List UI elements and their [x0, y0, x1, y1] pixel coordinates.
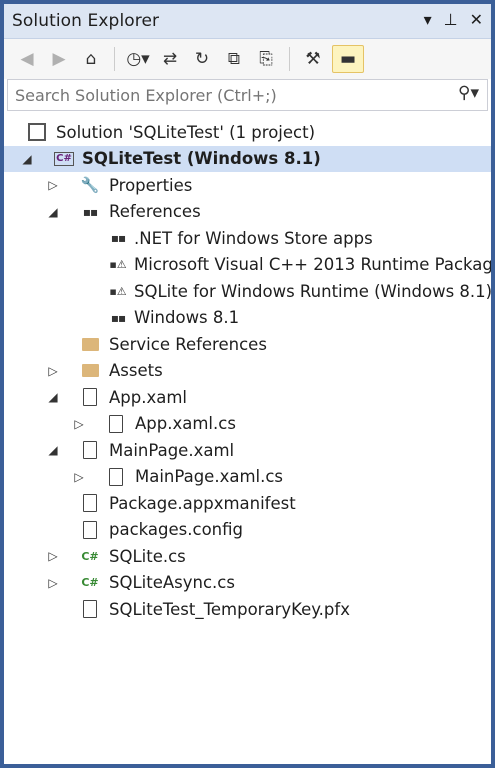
- tree-item-label: MainPage.xaml.cs: [135, 467, 284, 487]
- preview-selected-icon[interactable]: ▬: [332, 45, 364, 73]
- refresh-icon[interactable]: ↻: [189, 46, 215, 72]
- collapse-all-icon[interactable]: ⧉: [221, 46, 247, 72]
- config-file-icon: [80, 520, 100, 540]
- pin-icon[interactable]: ⊥: [444, 10, 458, 29]
- forward-icon[interactable]: ▶: [46, 46, 72, 72]
- tree-item-label: References: [109, 202, 201, 222]
- tree-item-service-references[interactable]: Service References: [4, 331, 491, 358]
- tree-item-label: SQLiteAsync.cs: [109, 573, 235, 593]
- expand-arrow-icon[interactable]: ▷: [46, 549, 60, 563]
- tree-item-app-xaml-cs[interactable]: ▷ App.xaml.cs: [4, 411, 491, 438]
- tree-item-label: Service References: [109, 334, 267, 354]
- collapse-arrow-icon[interactable]: ◢: [20, 152, 34, 166]
- tree-item-label: App.xaml: [109, 387, 188, 407]
- tree-item-manifest[interactable]: Package.appxmanifest: [4, 490, 491, 517]
- home-icon[interactable]: ⌂: [78, 46, 104, 72]
- tree-item-sqliteasync-cs[interactable]: ▷ C# SQLiteAsync.cs: [4, 570, 491, 597]
- tree-item-label: App.xaml.cs: [135, 414, 236, 434]
- tree-item-label: Microsoft Visual C++ 2013 Runtime Packag…: [134, 255, 495, 275]
- tree-item-solution[interactable]: Solution 'SQLiteTest' (1 project): [4, 119, 491, 146]
- expand-arrow-icon[interactable]: ▷: [72, 470, 86, 484]
- wrench-icon: 🔧: [80, 176, 100, 195]
- tree-item-reference[interactable]: ▪⚠ Microsoft Visual C++ 2013 Runtime Pac…: [4, 252, 491, 279]
- expand-arrow-icon[interactable]: ▷: [46, 178, 60, 192]
- xaml-file-icon: [80, 440, 100, 460]
- properties-icon[interactable]: ⚒: [300, 46, 326, 72]
- dropdown-icon[interactable]: ▾: [424, 10, 432, 29]
- close-icon[interactable]: ✕: [470, 10, 483, 29]
- solution-tree: Solution 'SQLiteTest' (1 project) ◢ C# S…: [4, 111, 491, 623]
- tree-item-label: SQLiteTest_TemporaryKey.pfx: [109, 599, 350, 619]
- tree-item-label: SQLite for Windows Runtime (Windows 8.1): [134, 281, 493, 301]
- history-icon[interactable]: ◷▾: [125, 46, 151, 72]
- certificate-icon: [80, 599, 100, 619]
- sync-icon[interactable]: ⇄: [157, 46, 183, 72]
- references-icon: ▪▪: [82, 204, 98, 219]
- solution-explorer-window: Solution Explorer ▾ ⊥ ✕ ◀ ▶ ⌂ ◷▾ ⇄ ↻ ⧉ ⎘…: [0, 0, 495, 768]
- tree-item-sqlite-cs[interactable]: ▷ C# SQLite.cs: [4, 543, 491, 570]
- csharp-file-icon: C#: [81, 549, 99, 563]
- tree-item-references[interactable]: ◢ ▪▪ References: [4, 199, 491, 226]
- separator: [114, 47, 115, 71]
- search-icon[interactable]: ⚲▾: [458, 83, 479, 103]
- folder-icon: [80, 361, 100, 381]
- expand-arrow-icon[interactable]: ▷: [46, 364, 60, 378]
- code-file-icon: [106, 414, 126, 434]
- tree-item-reference[interactable]: ▪▪ .NET for Windows Store apps: [4, 225, 491, 252]
- expand-arrow-icon[interactable]: ▷: [72, 417, 86, 431]
- tree-item-label: MainPage.xaml: [109, 440, 235, 460]
- manifest-icon: [80, 493, 100, 513]
- xaml-file-icon: [80, 387, 100, 407]
- tree-item-label: SQLiteTest (Windows 8.1): [82, 149, 321, 169]
- tree-item-label: Package.appxmanifest: [109, 493, 296, 513]
- csharp-project-icon: C#: [54, 151, 74, 166]
- tree-item-label: Solution 'SQLiteTest' (1 project): [56, 122, 316, 142]
- tree-item-label: Assets: [109, 361, 163, 381]
- toolbar: ◀ ▶ ⌂ ◷▾ ⇄ ↻ ⧉ ⎘ ⚒ ▬: [4, 39, 491, 79]
- code-file-icon: [106, 467, 126, 487]
- tree-item-mainpage-xaml-cs[interactable]: ▷ MainPage.xaml.cs: [4, 464, 491, 491]
- tree-item-label: Properties: [109, 175, 193, 195]
- tree-item-reference[interactable]: ▪⚠ SQLite for Windows Runtime (Windows 8…: [4, 278, 491, 305]
- collapse-arrow-icon[interactable]: ◢: [46, 205, 60, 219]
- show-all-files-icon[interactable]: ⎘: [253, 46, 279, 72]
- csharp-file-icon: C#: [81, 576, 99, 590]
- tree-item-label: SQLite.cs: [109, 546, 186, 566]
- tree-item-packages-config[interactable]: packages.config: [4, 517, 491, 544]
- title-bar: Solution Explorer ▾ ⊥ ✕: [4, 4, 491, 39]
- window-title: Solution Explorer: [12, 11, 160, 31]
- search-input[interactable]: [8, 84, 437, 106]
- tree-item-project[interactable]: ◢ C# SQLiteTest (Windows 8.1): [4, 145, 491, 172]
- reference-icon: ▪▪: [110, 231, 126, 246]
- tree-item-properties[interactable]: ▷ 🔧 Properties: [4, 172, 491, 199]
- tree-item-assets[interactable]: ▷ Assets: [4, 358, 491, 385]
- folder-icon: [80, 334, 100, 354]
- tree-item-label: packages.config: [109, 520, 243, 540]
- tree-item-label: Windows 8.1: [134, 308, 240, 328]
- tree-item-mainpage-xaml[interactable]: ◢ MainPage.xaml: [4, 437, 491, 464]
- back-icon[interactable]: ◀: [14, 46, 40, 72]
- tree-item-label: .NET for Windows Store apps: [134, 228, 373, 248]
- tree-item-reference[interactable]: ▪▪ Windows 8.1: [4, 305, 491, 332]
- collapse-arrow-icon[interactable]: ◢: [46, 390, 60, 404]
- tree-item-app-xaml[interactable]: ◢ App.xaml: [4, 384, 491, 411]
- collapse-arrow-icon[interactable]: ◢: [46, 443, 60, 457]
- reference-warning-icon: ▪⚠: [109, 284, 127, 298]
- separator: [289, 47, 290, 71]
- search-box[interactable]: ⚲▾: [7, 79, 488, 111]
- reference-icon: ▪▪: [110, 310, 126, 325]
- reference-warning-icon: ▪⚠: [109, 258, 127, 272]
- expand-arrow-icon[interactable]: ▷: [46, 576, 60, 590]
- solution-icon: [27, 122, 47, 142]
- tree-item-temporary-key[interactable]: SQLiteTest_TemporaryKey.pfx: [4, 596, 491, 623]
